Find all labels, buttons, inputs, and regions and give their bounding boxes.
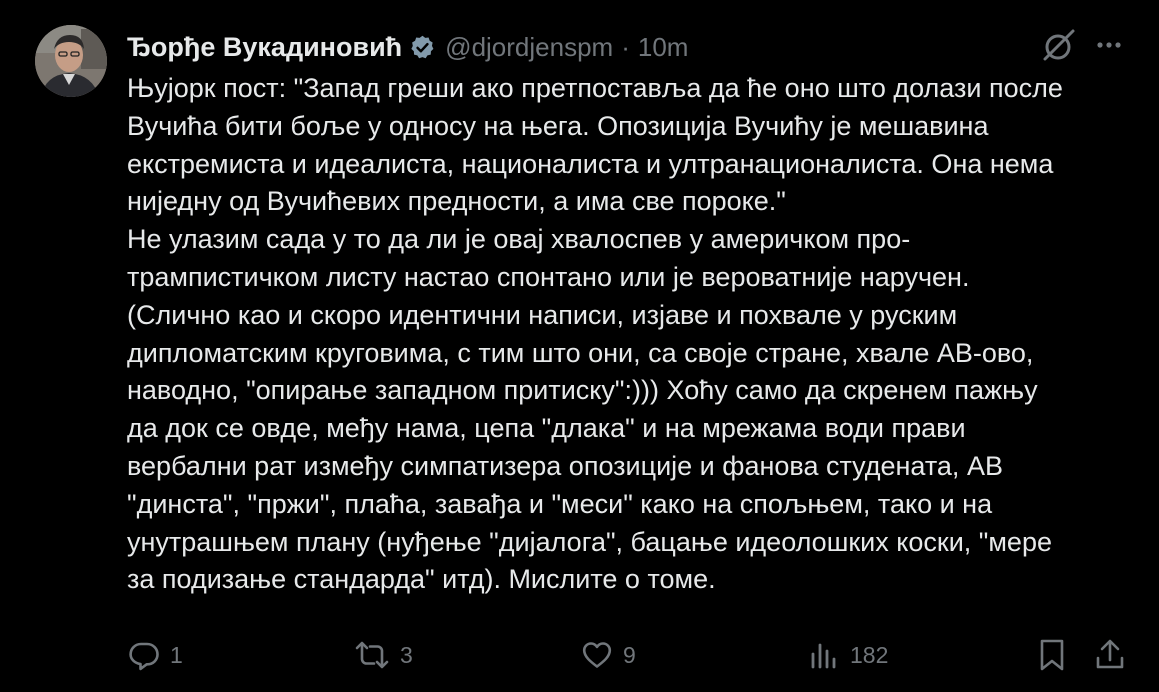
repost-count: 3 [400,641,413,668]
reply-button[interactable]: 1 [128,630,183,680]
separator-dot: · [621,31,630,62]
tweet-text-line: наводно, "опирање западном притиску":)))… [127,375,1038,406]
views-icon [808,639,840,671]
bookmark-button[interactable] [1038,630,1066,680]
tweet-header: Ђорђе Вукадиновић @djordjenspm · 10m [127,29,688,65]
like-count: 9 [623,641,636,668]
action-bar: 1 3 9 182 [0,630,1159,680]
share-button[interactable] [1094,630,1126,680]
tweet-text: Њујорк пост: "Запад греши ако претпостав… [127,70,1137,599]
tweet-text-line: унутрашњем плану (нуђење "дијалога", бац… [127,526,1052,557]
views-button[interactable]: 182 [808,630,888,680]
tweet-text-line: Не улазим сада у то да ли је овај хвалос… [127,224,911,255]
share-icon [1094,638,1126,672]
tweet-text-line: Њујорк пост: "Запад греши ако претпостав… [127,73,1063,103]
tweet-text-line: "динста", "пржи", плаћа, завађа и "меси"… [127,488,993,519]
tweet-text-line: Вучића бити боље у односу на њега. Опози… [127,110,989,141]
bookmark-icon [1038,638,1066,672]
views-count: 182 [850,641,889,668]
tweet-text-line: дипломатским круговима, с тим што они, с… [127,337,1034,368]
tweet-text-line: (Слично као и скоро идентични написи, из… [127,299,958,330]
tweet-text-line: вербални рат између симпатизера опозициј… [127,450,1003,481]
author-name[interactable]: Ђорђе Вукадиновић [127,32,402,63]
more-options-icon[interactable] [1092,33,1126,57]
timestamp[interactable]: 10m [638,32,689,63]
author-handle[interactable]: @djordjenspm [445,32,613,63]
repost-button[interactable]: 3 [354,630,413,680]
heart-icon [581,639,613,671]
reply-icon [128,639,160,671]
tweet-text-line: да док се овде, међу нама, цепа "длака" … [127,413,966,444]
grok-icon[interactable] [1040,26,1078,64]
verified-badge-icon[interactable] [409,34,436,61]
tweet-text-line: трампистичком листу настао спонтано или … [127,261,970,292]
repost-icon [354,639,390,671]
avatar-photo [35,25,107,97]
tweet-text-line: екстремиста и идеалиста, националиста и … [127,148,1054,179]
tweet-text-line: за подизање стандарда" итд). Мислите о т… [127,564,716,595]
tweet-text-line: ниједну од Вучићевих предности, а има св… [127,186,786,217]
reply-count: 1 [170,641,183,668]
like-button[interactable]: 9 [581,630,636,680]
tweet: Ђорђе Вукадиновић @djordjenspm · 10m Њуј… [0,0,1159,692]
avatar[interactable] [35,25,107,97]
